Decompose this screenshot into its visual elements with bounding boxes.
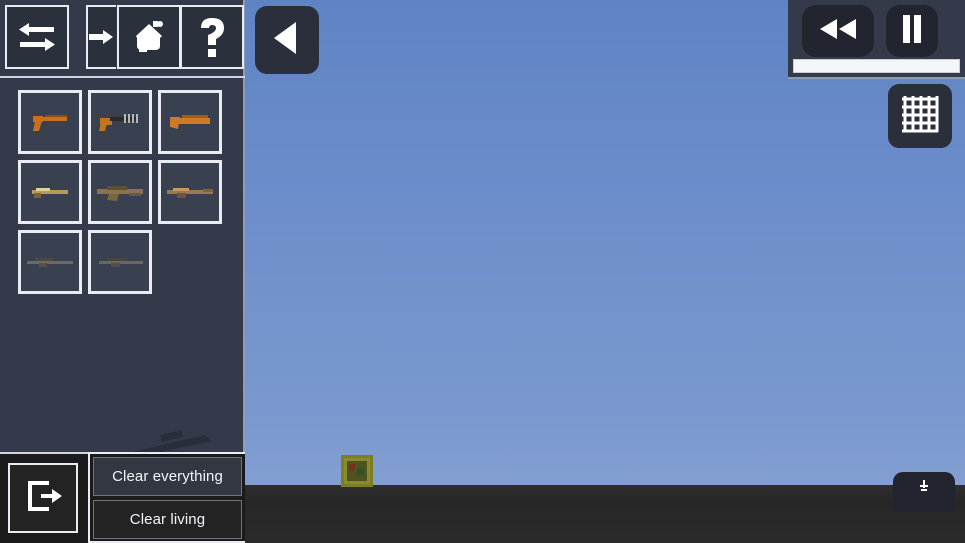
battle-rifle-icon: [167, 188, 213, 198]
crate-detail-green: [357, 468, 364, 475]
rewind-button[interactable]: [802, 5, 874, 57]
exit-button[interactable]: [8, 463, 78, 533]
weapon-slot-battle-rifle[interactable]: [158, 160, 222, 224]
spawned-crate-object[interactable]: [341, 455, 373, 487]
arrow-right-icon: [89, 24, 115, 50]
paint-bucket-icon: [129, 17, 169, 57]
crate-detail-red: [349, 464, 355, 470]
carbine-icon: [32, 188, 68, 198]
smg-icon: [99, 114, 138, 131]
swap-arrows-icon: [16, 19, 58, 55]
weapon-slot-sawed-off-shotgun[interactable]: [158, 90, 222, 154]
clear-everything-button[interactable]: Clear everything: [93, 457, 242, 496]
shotgun-icon: [170, 115, 210, 129]
timeline-progress-bar[interactable]: [793, 59, 960, 73]
pistol-icon: [33, 115, 67, 131]
weapon-slot-grid: [18, 90, 240, 294]
expand-handle-icon: [918, 480, 930, 499]
pause-button[interactable]: [886, 5, 938, 57]
weapon-slot-marksman-rifle[interactable]: [88, 230, 152, 294]
weapon-slot-sniper-rifle[interactable]: [18, 230, 82, 294]
triangle-left-icon: [270, 19, 304, 62]
help-button[interactable]: [180, 5, 244, 69]
assault-rifle-icon: [97, 186, 143, 201]
sidebar-toolbar: [0, 0, 245, 78]
exit-door-icon: [21, 474, 65, 523]
weapon-slot-carbine[interactable]: [18, 160, 82, 224]
grid-snap-icon: [899, 93, 941, 140]
weapon-slot-pistol[interactable]: [18, 90, 82, 154]
question-mark-icon: [195, 15, 229, 59]
grid-snap-button[interactable]: [888, 84, 952, 148]
expand-handle-button[interactable]: [893, 472, 955, 512]
pause-bars-icon: [899, 13, 925, 50]
weapon-slot-submachine-gun[interactable]: [88, 90, 152, 154]
sniper-rifle-icon: [27, 258, 73, 267]
rewind-double-arrow-icon: [816, 16, 860, 47]
swap-tool-button[interactable]: [5, 5, 69, 69]
paint-tool-button[interactable]: [117, 5, 181, 69]
weapon-slot-assault-rifle[interactable]: [88, 160, 152, 224]
clear-actions-group: Clear everything Clear living: [88, 452, 245, 543]
arrow-right-tool-button[interactable]: [86, 5, 116, 69]
weapon-sidebar: [0, 0, 245, 461]
marksman-rifle-icon: [99, 258, 143, 267]
back-button[interactable]: [255, 6, 319, 74]
clear-living-button[interactable]: Clear living: [93, 500, 242, 539]
